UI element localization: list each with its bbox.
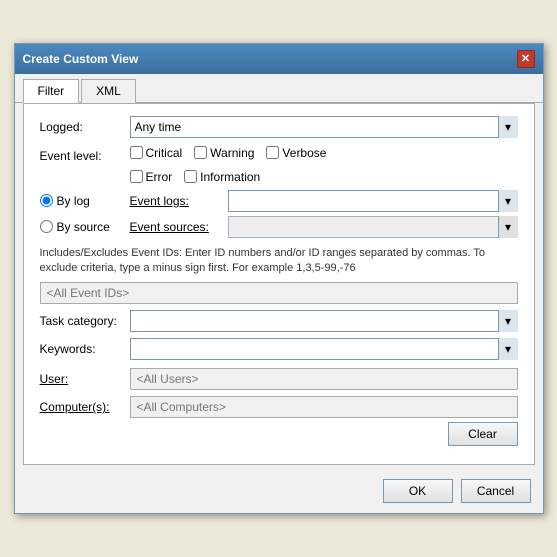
logged-dropdown[interactable]: Any time [130,116,518,138]
user-input[interactable] [130,368,518,390]
by-log-radio-label[interactable]: By log [40,194,130,208]
title-bar: Create Custom View ✕ [15,44,543,74]
cancel-button[interactable]: Cancel [461,479,531,503]
information-checkbox-label[interactable]: Information [184,170,260,184]
logged-row: Logged: Any time ▾ [40,116,518,138]
warning-checkbox-label[interactable]: Warning [194,146,254,160]
error-checkbox[interactable] [130,170,143,183]
task-category-label: Task category: [40,314,130,328]
by-source-row: By source Event sources: ▾ [40,216,518,238]
event-level-checkboxes-row2: Error Information [130,170,518,184]
close-button[interactable]: ✕ [517,50,535,68]
tab-bar: Filter XML [15,74,543,103]
warning-checkbox[interactable] [194,146,207,159]
event-ids-row [40,282,518,304]
verbose-checkbox-label[interactable]: Verbose [266,146,326,160]
event-sources-dropdown[interactable] [228,216,518,238]
verbose-checkbox[interactable] [266,146,279,159]
by-log-row: By log Event logs: ▾ [40,190,518,212]
clear-button[interactable]: Clear [448,422,518,446]
create-custom-view-dialog: Create Custom View ✕ Filter XML Logged: … [14,43,544,515]
critical-label: Critical [146,146,183,160]
critical-checkbox-label[interactable]: Critical [130,146,183,160]
by-source-radio[interactable] [40,220,53,233]
information-checkbox[interactable] [184,170,197,183]
keywords-label: Keywords: [40,342,130,356]
filter-content: Logged: Any time ▾ Event level: Critical… [23,103,535,466]
user-row: User: [40,368,518,390]
event-level-label: Event level: [40,149,130,163]
task-category-dropdown[interactable] [130,310,518,332]
task-category-dropdown-container: ▾ [130,310,518,332]
task-category-row: Task category: ▾ [40,310,518,332]
event-level-checkboxes-row1: Critical Warning Verbose [130,146,327,160]
event-ids-input[interactable] [40,282,518,304]
logged-label: Logged: [40,120,130,134]
error-checkbox-label[interactable]: Error [130,170,173,184]
logged-dropdown-container: Any time ▾ [130,116,518,138]
by-log-radio[interactable] [40,194,53,207]
warning-label: Warning [210,146,254,160]
computers-input[interactable] [130,396,518,418]
event-logs-label: Event logs: [130,194,220,208]
keywords-row: Keywords: ▾ [40,338,518,360]
dialog-title: Create Custom View [23,52,139,66]
keywords-dropdown-container: ▾ [130,338,518,360]
keywords-dropdown[interactable] [130,338,518,360]
event-logs-dropdown[interactable] [228,190,518,212]
user-label: User: [40,372,130,386]
by-source-label: By source [57,220,110,234]
error-label: Error [146,170,173,184]
by-source-radio-label[interactable]: By source [40,220,130,234]
event-level-row: Event level: Critical Warning Verbose [40,146,518,166]
tab-xml[interactable]: XML [81,79,136,103]
event-sources-dropdown-container: ▾ [228,216,518,238]
clear-row: Clear [40,422,518,446]
verbose-label: Verbose [282,146,326,160]
tab-filter[interactable]: Filter [23,79,80,103]
by-log-label: By log [57,194,90,208]
information-label: Information [200,170,260,184]
computers-label: Computer(s): [40,400,130,414]
event-sources-label: Event sources: [130,220,220,234]
event-logs-dropdown-container: ▾ [228,190,518,212]
description-text: Includes/Excludes Event IDs: Enter ID nu… [40,246,518,277]
critical-checkbox[interactable] [130,146,143,159]
computers-row: Computer(s): [40,396,518,418]
dialog-footer: OK Cancel [15,473,543,513]
ok-button[interactable]: OK [383,479,453,503]
